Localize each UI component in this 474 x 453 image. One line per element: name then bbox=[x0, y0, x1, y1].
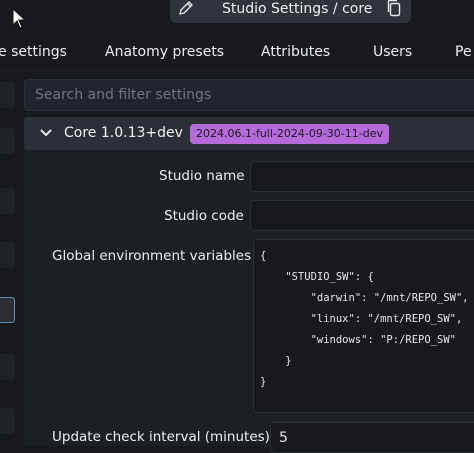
tab-studio-settings[interactable]: e settings bbox=[0, 44, 67, 60]
window-title: Studio Settings / core bbox=[222, 1, 373, 17]
update-interval-input[interactable] bbox=[271, 423, 474, 452]
sidebar-item[interactable] bbox=[0, 354, 15, 380]
left-sidebar bbox=[0, 78, 16, 446]
copy-icon[interactable] bbox=[386, 0, 402, 17]
settings-tabs: e settings Anatomy presets Attributes Us… bbox=[0, 36, 474, 70]
sidebar-item[interactable] bbox=[0, 242, 15, 268]
code-line: "STUDIO_SW": { bbox=[260, 271, 374, 283]
tab-anatomy-presets[interactable]: Anatomy presets bbox=[105, 44, 224, 60]
sidebar-item[interactable] bbox=[0, 408, 15, 434]
code-line: "linux": "/mnt/REPO_SW", bbox=[260, 313, 463, 325]
search-input[interactable] bbox=[33, 80, 473, 110]
section-title: Core 1.0.13+dev bbox=[64, 125, 183, 141]
update-interval-field bbox=[270, 422, 474, 453]
window-title-bar: Studio Settings / core bbox=[170, 0, 411, 23]
tab-users[interactable]: Users bbox=[373, 44, 412, 60]
studio-code-input[interactable] bbox=[251, 201, 474, 230]
sidebar-item[interactable] bbox=[0, 188, 15, 214]
section-header-core[interactable]: Core 1.0.13+dev 2024.06.1-full-2024-09-3… bbox=[24, 117, 474, 150]
mouse-pointer-icon bbox=[12, 8, 27, 29]
tab-divider bbox=[0, 70, 474, 71]
studio-name-field bbox=[250, 161, 474, 192]
code-line: } bbox=[260, 355, 292, 367]
top-bar: Studio Settings / core bbox=[0, 0, 474, 32]
code-line: "darwin": "/mnt/REPO_SW", bbox=[260, 292, 469, 304]
code-line: } bbox=[260, 376, 267, 388]
code-line: { bbox=[260, 250, 267, 262]
chevron-down-icon[interactable] bbox=[40, 128, 52, 138]
studio-code-field bbox=[250, 200, 474, 231]
studio-name-input[interactable] bbox=[251, 162, 474, 191]
global-env-editor[interactable]: { "STUDIO_SW": { "darwin": "/mnt/REPO_SW… bbox=[253, 239, 474, 413]
pencil-icon[interactable] bbox=[178, 0, 194, 16]
tab-attributes[interactable]: Attributes bbox=[261, 44, 330, 60]
update-interval-label: Update check interval (minutes) bbox=[52, 429, 270, 445]
code-line: "windows": "P:/REPO_SW" bbox=[260, 334, 456, 346]
tab-permissions[interactable]: Pe bbox=[455, 44, 472, 60]
global-env-label: Global environment variables bbox=[52, 248, 252, 264]
sidebar-item-active[interactable] bbox=[0, 297, 15, 323]
studio-name-label: Studio name bbox=[159, 168, 245, 184]
sidebar-toggle-button[interactable] bbox=[0, 82, 15, 108]
studio-code-label: Studio code bbox=[164, 208, 244, 224]
search-box bbox=[24, 79, 474, 111]
sidebar-item[interactable] bbox=[0, 128, 15, 154]
version-badge: 2024.06.1-full-2024-09-30-11-dev bbox=[190, 124, 389, 144]
